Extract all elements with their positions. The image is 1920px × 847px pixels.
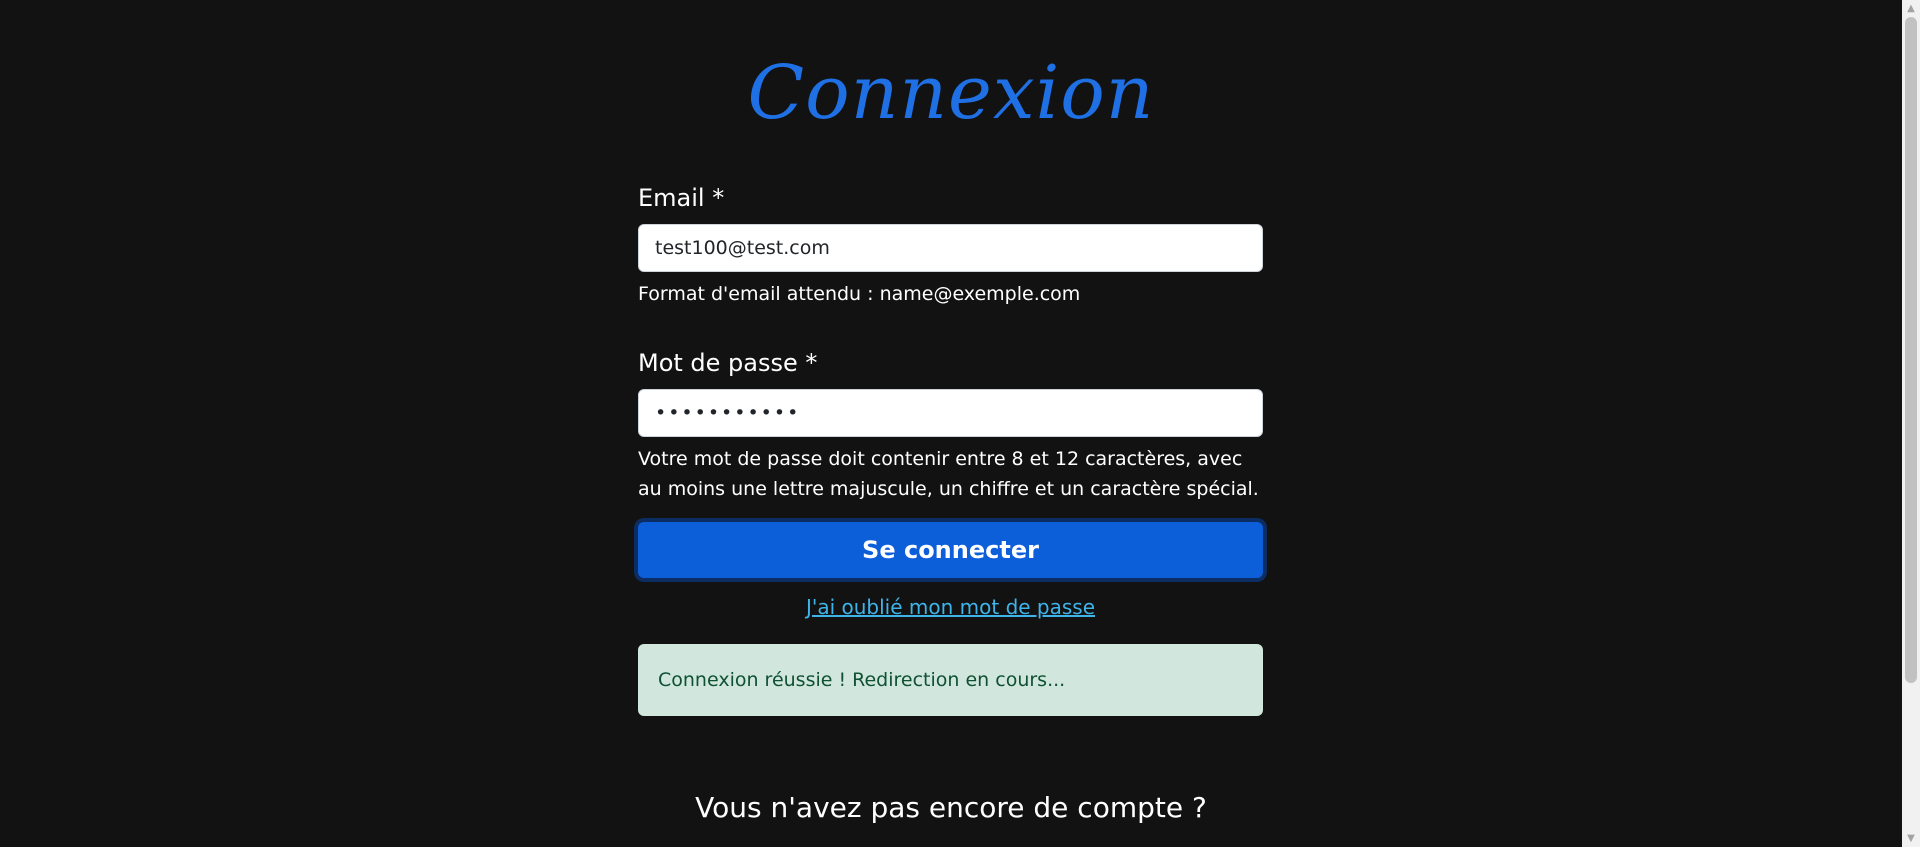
email-label: Email * [638, 184, 725, 212]
no-account-heading: Vous n'avez pas encore de compte ? [695, 791, 1207, 824]
password-label: Mot de passe * [638, 349, 818, 377]
forgot-password-container: J'ai oublié mon mot de passe [638, 592, 1263, 624]
scroll-down-arrow-icon[interactable]: ▼ [1902, 830, 1920, 847]
vertical-scrollbar[interactable]: ▲ ▼ [1902, 0, 1920, 847]
password-help-text: Votre mot de passe doit contenir entre 8… [638, 448, 1259, 500]
email-help-text: Format d'email attendu : name@exemple.co… [638, 283, 1081, 305]
password-field[interactable] [638, 389, 1263, 437]
page-title: Connexion [747, 50, 1155, 136]
email-field[interactable] [638, 224, 1263, 272]
browser-viewport: Connexion Email * Format d'email attendu… [0, 0, 1920, 847]
page-content: Connexion Email * Format d'email attendu… [0, 0, 1902, 847]
login-form: Email * Format d'email attendu : name@ex… [638, 180, 1263, 716]
success-alert: Connexion réussie ! Redirection en cours… [638, 644, 1263, 716]
scrollbar-thumb[interactable] [1905, 17, 1917, 683]
scroll-up-arrow-icon[interactable]: ▲ [1902, 0, 1920, 17]
forgot-password-link[interactable]: J'ai oublié mon mot de passe [806, 595, 1095, 619]
login-button[interactable]: Se connecter [638, 522, 1263, 578]
